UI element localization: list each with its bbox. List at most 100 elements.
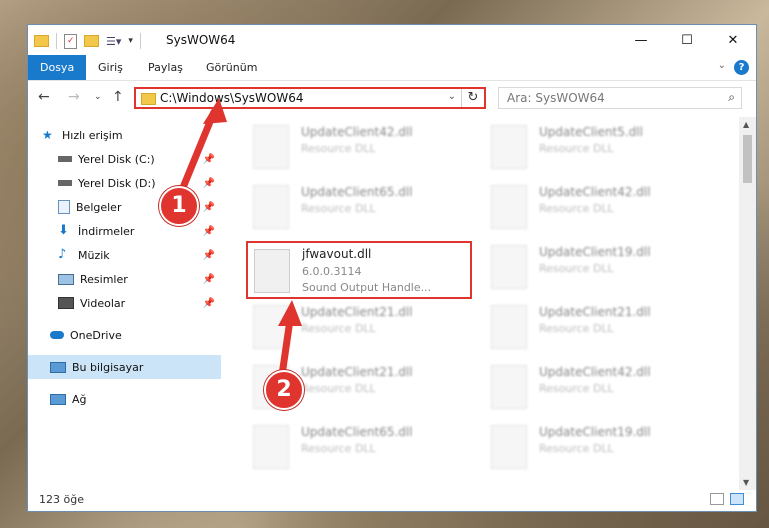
navigation-pane: ★ Hızlı erişim Yerel Disk (C:) 📌 Yerel D… bbox=[28, 117, 221, 482]
list-item[interactable]: UpdateClient19.dll Resource DLL bbox=[481, 239, 711, 291]
pin-icon[interactable]: 📌 bbox=[203, 274, 215, 285]
sidebar-item-label: Bu bilgisayar bbox=[72, 360, 144, 374]
file-name: UpdateClient65.dll bbox=[301, 425, 413, 439]
sidebar-item-music[interactable]: ♪ Müzik 📌 bbox=[58, 243, 221, 267]
new-folder-icon[interactable] bbox=[84, 35, 99, 47]
file-name: UpdateClient21.dll bbox=[301, 365, 413, 379]
list-item[interactable]: UpdateClient42.dll Resource DLL bbox=[481, 179, 711, 231]
refresh-icon[interactable]: ↻ bbox=[461, 89, 484, 107]
dll-file-icon bbox=[253, 305, 289, 349]
sidebar-item-label: İndirmeler bbox=[78, 224, 135, 238]
file-description: Resource DLL bbox=[539, 442, 614, 455]
list-item[interactable]: UpdateClient21.dll Resource DLL bbox=[481, 299, 711, 351]
file-version: 6.0.0.3114 bbox=[302, 265, 362, 278]
file-name: UpdateClient42.dll bbox=[539, 365, 651, 379]
cloud-icon bbox=[50, 331, 64, 339]
minimize-button[interactable]: — bbox=[618, 25, 664, 55]
download-icon: ⬇ bbox=[58, 223, 69, 238]
file-name: UpdateClient5.dll bbox=[539, 125, 643, 139]
address-path[interactable]: C:\Windows\SysWOW64 bbox=[160, 91, 304, 105]
properties-icon[interactable]: ✓ bbox=[64, 33, 77, 49]
list-item[interactable]: UpdateClient42.dll Resource DLL bbox=[243, 119, 473, 171]
navigation-bar: ← → ⌄ ↑ C:\Windows\SysWOW64 ⌄ ↻ Ara: Sys… bbox=[28, 80, 756, 116]
folder-icon bbox=[34, 35, 49, 47]
file-description: Resource DLL bbox=[301, 202, 376, 215]
file-description: Resource DLL bbox=[301, 142, 376, 155]
list-item[interactable]: UpdateClient19.dll Resource DLL bbox=[481, 419, 711, 471]
file-name: UpdateClient19.dll bbox=[539, 245, 651, 259]
sidebar-item-pictures[interactable]: Resimler 📌 bbox=[58, 267, 221, 291]
chevron-down-icon[interactable]: ⌄ bbox=[448, 91, 456, 102]
item-count: 123 öğe bbox=[39, 493, 84, 506]
ribbon-tabs: Dosya Giriş Paylaş Görünüm ⌄ ? bbox=[28, 55, 756, 81]
pin-icon[interactable]: 📌 bbox=[203, 298, 215, 309]
sidebar-item-downloads[interactable]: ⬇ İndirmeler 📌 bbox=[58, 219, 221, 243]
scroll-down-icon[interactable]: ▼ bbox=[743, 478, 749, 487]
search-icon[interactable]: ⌕ bbox=[728, 90, 735, 105]
folder-icon bbox=[141, 93, 156, 105]
recent-locations-chevron-icon[interactable]: ⌄ bbox=[94, 92, 102, 102]
list-item[interactable]: UpdateClient65.dll Resource DLL bbox=[243, 179, 473, 231]
music-icon: ♪ bbox=[58, 247, 67, 262]
list-item[interactable]: UpdateClient5.dll Resource DLL bbox=[481, 119, 711, 171]
scrollbar-thumb[interactable] bbox=[743, 135, 752, 183]
large-icons-view-icon[interactable] bbox=[730, 493, 744, 505]
search-input[interactable]: Ara: SysWOW64 ⌕ bbox=[498, 87, 742, 109]
jfwavout-file-item[interactable]: jfwavout.dll 6.0.0.3114 Sound Output Han… bbox=[246, 241, 472, 299]
list-item[interactable]: UpdateClient65.dll Resource DLL bbox=[243, 419, 473, 471]
sidebar-item-quick-access[interactable]: ★ Hızlı erişim bbox=[42, 123, 221, 147]
pin-icon[interactable]: 📌 bbox=[203, 154, 215, 165]
details-view-icon[interactable] bbox=[710, 493, 724, 505]
pictures-icon bbox=[58, 273, 74, 285]
close-button[interactable]: ✕ bbox=[710, 25, 756, 55]
vertical-scrollbar[interactable]: ▲ ▼ bbox=[739, 117, 756, 490]
customize-toolbar-icon[interactable]: ☰▾ bbox=[106, 35, 121, 48]
file-description: Resource DLL bbox=[301, 442, 376, 455]
dll-file-icon bbox=[491, 245, 527, 289]
pin-icon[interactable]: 📌 bbox=[203, 226, 215, 237]
tab-paylas[interactable]: Paylaş bbox=[148, 55, 183, 80]
chevron-down-icon[interactable]: ▾ bbox=[128, 36, 133, 46]
sidebar-item-disk-d[interactable]: Yerel Disk (D:) 📌 bbox=[58, 171, 221, 195]
sidebar-item-label: Hızlı erişim bbox=[62, 128, 123, 142]
sidebar-item-videos[interactable]: Videolar 📌 bbox=[58, 291, 221, 315]
file-name: UpdateClient21.dll bbox=[539, 305, 651, 319]
pin-icon[interactable]: 📌 bbox=[203, 250, 215, 261]
video-icon bbox=[58, 297, 74, 309]
back-arrow-icon[interactable]: ← bbox=[38, 89, 50, 105]
sidebar-item-label: Yerel Disk (C:) bbox=[78, 152, 155, 166]
chevron-down-icon[interactable]: ⌄ bbox=[718, 60, 726, 71]
star-icon: ★ bbox=[42, 128, 53, 142]
file-name: jfwavout.dll bbox=[302, 247, 372, 261]
list-item[interactable]: UpdateClient42.dll Resource DLL bbox=[481, 359, 711, 411]
sidebar-item-label: Belgeler bbox=[76, 200, 122, 214]
toolbar-divider bbox=[139, 33, 141, 49]
sidebar-item-disk-c[interactable]: Yerel Disk (C:) 📌 bbox=[58, 147, 221, 171]
file-description: Resource DLL bbox=[301, 382, 376, 395]
file-description: Resource DLL bbox=[539, 142, 614, 155]
toolbar-divider bbox=[56, 33, 57, 49]
dll-file-icon bbox=[491, 365, 527, 409]
tab-gorunum[interactable]: Görünüm bbox=[206, 55, 257, 80]
sidebar-item-label: Videolar bbox=[80, 296, 126, 310]
sidebar-item-onedrive[interactable]: OneDrive bbox=[50, 323, 221, 347]
sidebar-item-this-pc[interactable]: Bu bilgisayar bbox=[28, 355, 221, 379]
file-name: UpdateClient42.dll bbox=[539, 185, 651, 199]
maximize-button[interactable]: ☐ bbox=[664, 25, 710, 55]
list-item[interactable]: UpdateClient21.dll Resource DLL bbox=[243, 299, 473, 351]
pin-icon[interactable]: 📌 bbox=[203, 202, 215, 213]
tab-dosya[interactable]: Dosya bbox=[28, 55, 87, 80]
help-button[interactable]: ? bbox=[734, 60, 749, 75]
scroll-up-icon[interactable]: ▲ bbox=[743, 120, 749, 129]
dll-file-icon bbox=[491, 305, 527, 349]
tab-giris[interactable]: Giriş bbox=[98, 55, 123, 80]
address-bar[interactable]: C:\Windows\SysWOW64 ⌄ ↻ bbox=[134, 87, 486, 109]
forward-arrow-icon[interactable]: → bbox=[68, 89, 80, 105]
drive-icon bbox=[58, 180, 72, 186]
computer-icon bbox=[50, 361, 66, 373]
up-arrow-icon[interactable]: ↑ bbox=[112, 89, 124, 105]
sidebar-item-label: Resimler bbox=[80, 272, 128, 286]
sidebar-item-network[interactable]: Ağ bbox=[50, 387, 221, 411]
pin-icon[interactable]: 📌 bbox=[203, 178, 215, 189]
file-description: Resource DLL bbox=[539, 322, 614, 335]
